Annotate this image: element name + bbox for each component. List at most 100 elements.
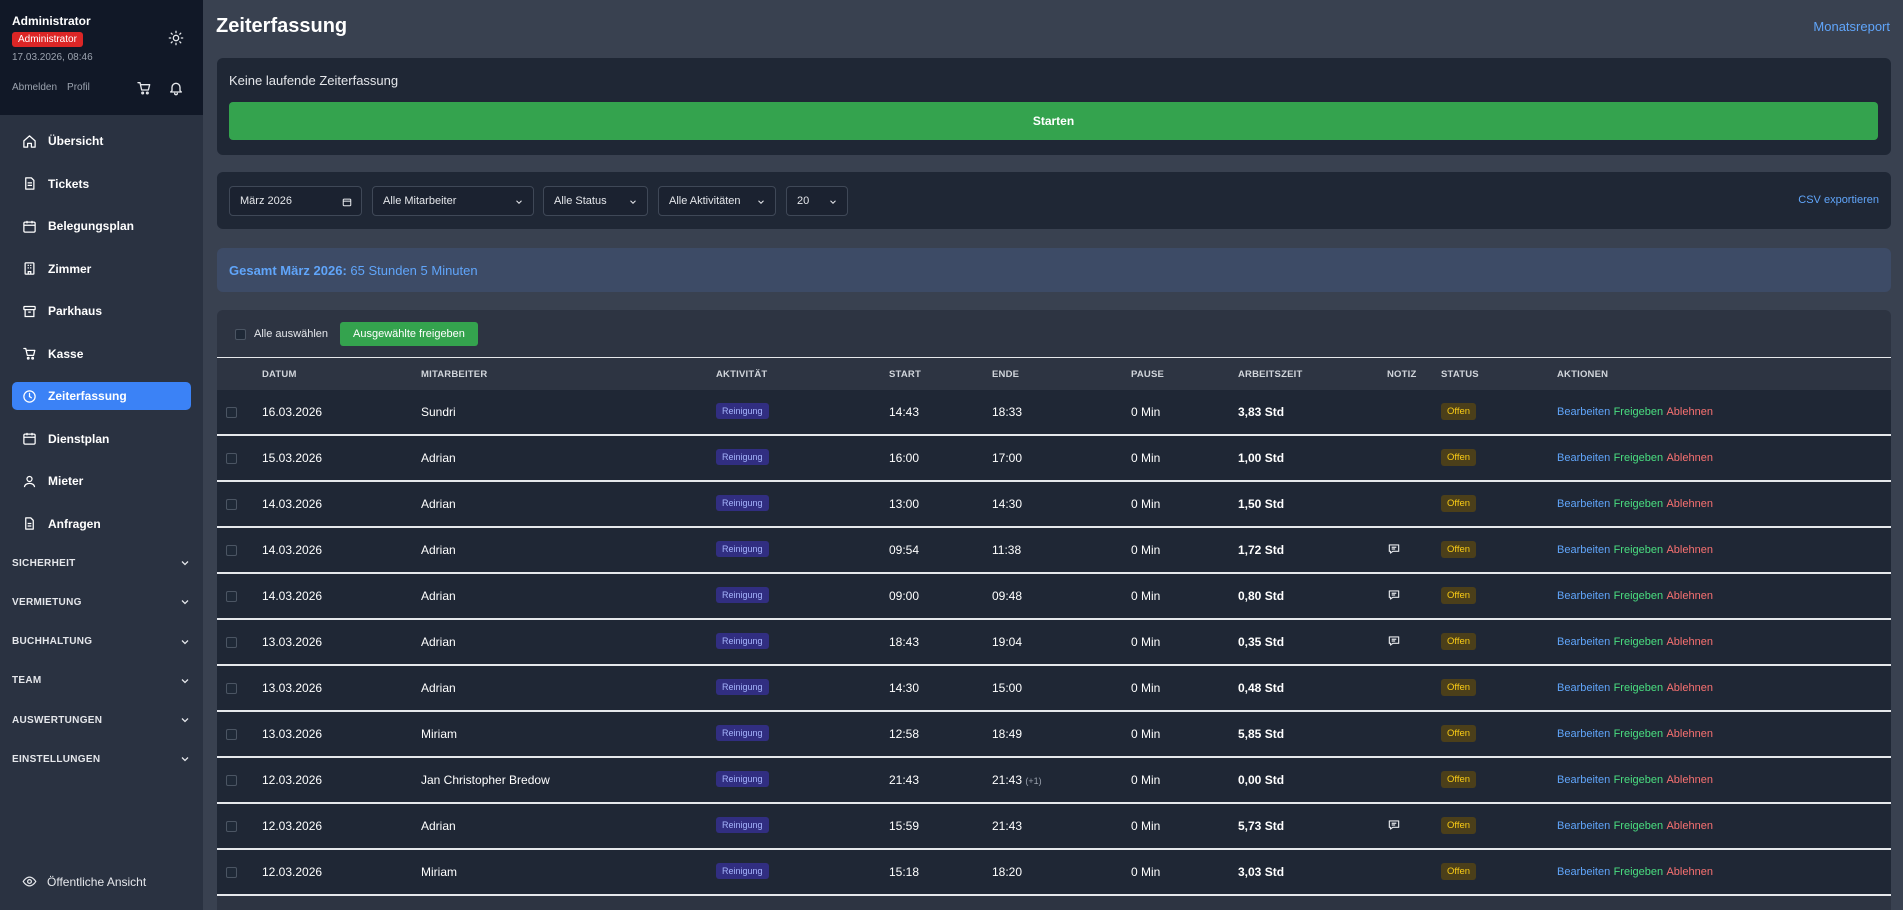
comment-icon[interactable]	[1387, 542, 1401, 556]
row-checkbox[interactable]	[226, 775, 237, 786]
approve-button[interactable]: Freigeben	[1614, 682, 1664, 694]
approve-button[interactable]: Freigeben	[1614, 774, 1664, 786]
activity-tag: Reinigung	[716, 495, 769, 511]
nav-section-auswertungen[interactable]: AUSWERTUNGEN	[12, 709, 191, 731]
nav-item-label: Kasse	[48, 346, 84, 361]
edit-button[interactable]: Bearbeiten	[1557, 636, 1610, 648]
reject-button[interactable]: Ablehnen	[1666, 866, 1713, 878]
logout-link[interactable]: Abmelden	[12, 82, 57, 93]
hours-cell: 1,00 Std	[1238, 451, 1285, 465]
date-cell: 13.03.2026	[262, 635, 323, 649]
nav-section-label: SICHERHEIT	[12, 557, 76, 569]
employee-cell: Adrian	[421, 635, 456, 649]
public-view-link[interactable]: Öffentliche Ansicht	[22, 874, 146, 889]
row-checkbox[interactable]	[226, 683, 237, 694]
nav-section-sicherheit[interactable]: SICHERHEIT	[12, 552, 191, 574]
month-picker[interactable]: März 2026	[229, 186, 362, 216]
nav-section-einstellungen[interactable]: EINSTELLUNGEN	[12, 748, 191, 770]
edit-button[interactable]: Bearbeiten	[1557, 820, 1610, 832]
reject-button[interactable]: Ablehnen	[1666, 682, 1713, 694]
row-checkbox[interactable]	[226, 729, 237, 740]
table-row: 13.03.2026 Miriam Reinigung 12:58 18:49 …	[217, 712, 1891, 758]
row-checkbox[interactable]	[226, 453, 237, 464]
employee-select[interactable]: Alle Mitarbeiter	[372, 186, 534, 216]
bell-icon[interactable]	[168, 80, 184, 96]
nav-item-dienstplan[interactable]: Dienstplan	[12, 425, 191, 453]
reject-button[interactable]: Ablehnen	[1666, 820, 1713, 832]
reject-button[interactable]: Ablehnen	[1666, 544, 1713, 556]
nav-item-tickets[interactable]: Tickets	[12, 170, 191, 198]
page-size-select[interactable]: 20	[786, 186, 848, 216]
row-checkbox[interactable]	[226, 867, 237, 878]
nav-item-mieter[interactable]: Mieter	[12, 467, 191, 495]
edit-button[interactable]: Bearbeiten	[1557, 590, 1610, 602]
row-checkbox[interactable]	[226, 545, 237, 556]
nav-section-team[interactable]: TEAM	[12, 670, 191, 692]
status-badge: Offen	[1441, 541, 1477, 558]
approve-button[interactable]: Freigeben	[1614, 728, 1664, 740]
edit-button[interactable]: Bearbeiten	[1557, 498, 1610, 510]
row-checkbox[interactable]	[226, 591, 237, 602]
comment-icon[interactable]	[1387, 588, 1401, 602]
approve-button[interactable]: Freigeben	[1614, 590, 1664, 602]
approve-button[interactable]: Freigeben	[1614, 544, 1664, 556]
employee-cell: Adrian	[421, 681, 456, 695]
approve-button[interactable]: Freigeben	[1614, 866, 1664, 878]
row-checkbox[interactable]	[226, 821, 237, 832]
cart-icon[interactable]	[136, 80, 152, 96]
edit-button[interactable]: Bearbeiten	[1557, 866, 1610, 878]
approve-button[interactable]: Freigeben	[1614, 452, 1664, 464]
reject-button[interactable]: Ablehnen	[1666, 774, 1713, 786]
edit-button[interactable]: Bearbeiten	[1557, 728, 1610, 740]
select-all-checkbox[interactable]	[235, 328, 246, 340]
tracker-message: Keine laufende Zeiterfassung	[229, 73, 399, 88]
end-time: 09:48	[992, 589, 1023, 603]
nav-section-buchhaltung[interactable]: BUCHHALTUNG	[12, 631, 191, 653]
nav-section-label: TEAM	[12, 675, 42, 687]
nav-item-uebersicht[interactable]: Übersicht	[12, 127, 191, 155]
status-select[interactable]: Alle Status	[543, 186, 648, 216]
activity-select[interactable]: Alle Aktivitäten	[658, 186, 776, 216]
status-value: Alle Status	[554, 195, 607, 207]
activity-tag: Reinigung	[716, 633, 769, 649]
start-button[interactable]: Starten	[229, 102, 1878, 140]
reject-button[interactable]: Ablehnen	[1666, 728, 1713, 740]
column-header: DATUM	[262, 369, 297, 380]
row-checkbox[interactable]	[226, 407, 237, 418]
nav-item-belegungsplan[interactable]: Belegungsplan	[12, 212, 191, 240]
comment-icon[interactable]	[1387, 634, 1401, 648]
nav-item-kasse[interactable]: Kasse	[12, 340, 191, 368]
reject-button[interactable]: Ablehnen	[1666, 498, 1713, 510]
reject-button[interactable]: Ablehnen	[1666, 452, 1713, 464]
reject-button[interactable]: Ablehnen	[1666, 590, 1713, 602]
pause-cell: 0 Min	[1131, 727, 1161, 741]
nav-item-zeiterfassung[interactable]: Zeiterfassung	[12, 382, 191, 410]
nav-section-vermietung[interactable]: VERMIETUNG	[12, 591, 191, 613]
edit-button[interactable]: Bearbeiten	[1557, 452, 1610, 464]
approve-button[interactable]: Freigeben	[1614, 636, 1664, 648]
reject-button[interactable]: Ablehnen	[1666, 636, 1713, 648]
nav-item-parkhaus[interactable]: Parkhaus	[12, 297, 191, 325]
nav-item-zimmer[interactable]: Zimmer	[12, 255, 191, 283]
nav-item-anfragen[interactable]: Anfragen	[12, 510, 191, 538]
status-cell: Offen	[1441, 633, 1477, 650]
approve-button[interactable]: Freigeben	[1614, 406, 1664, 418]
row-checkbox[interactable]	[226, 637, 237, 648]
month-value: März 2026	[240, 195, 292, 207]
employee-cell: Adrian	[421, 819, 456, 833]
edit-button[interactable]: Bearbeiten	[1557, 774, 1610, 786]
approve-selected-button[interactable]: Ausgewählte freigeben	[340, 322, 478, 346]
comment-icon[interactable]	[1387, 818, 1401, 832]
edit-button[interactable]: Bearbeiten	[1557, 544, 1610, 556]
profile-link[interactable]: Profil	[67, 82, 90, 93]
edit-button[interactable]: Bearbeiten	[1557, 406, 1610, 418]
date-cell: 12.03.2026	[262, 819, 323, 833]
reject-button[interactable]: Ablehnen	[1666, 406, 1713, 418]
approve-button[interactable]: Freigeben	[1614, 820, 1664, 832]
monthly-report-link[interactable]: Monatsreport	[1813, 19, 1890, 34]
csv-export-link[interactable]: CSV exportieren	[1798, 194, 1879, 206]
approve-button[interactable]: Freigeben	[1614, 498, 1664, 510]
sun-icon[interactable]	[168, 30, 184, 46]
row-checkbox[interactable]	[226, 499, 237, 510]
edit-button[interactable]: Bearbeiten	[1557, 682, 1610, 694]
